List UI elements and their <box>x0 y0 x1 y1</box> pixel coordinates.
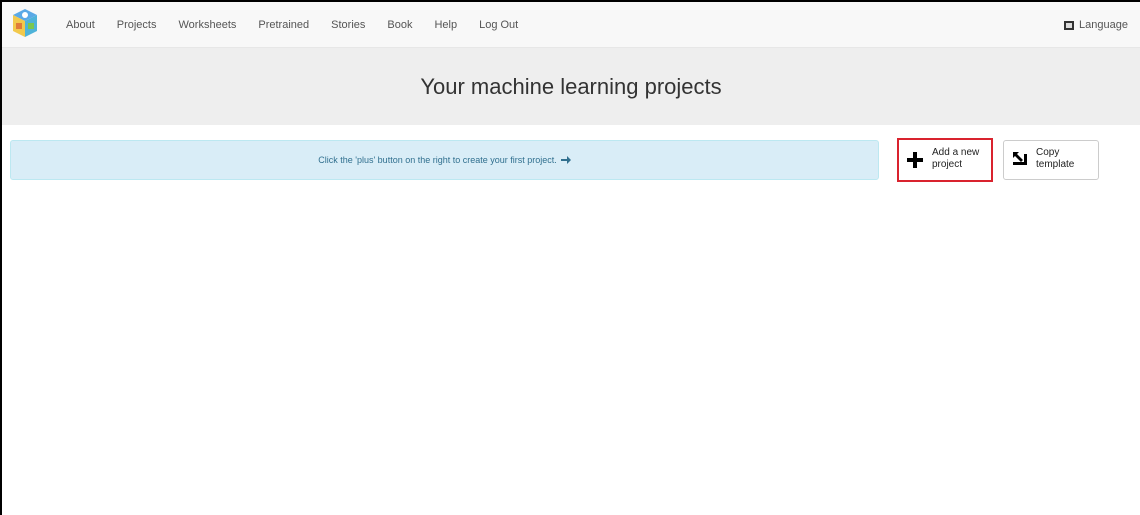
nav-item-pretrained[interactable]: Pretrained <box>258 19 309 31</box>
plus-icon <box>907 152 923 168</box>
page-header: Your machine learning projects <box>2 48 1140 125</box>
page-title: Your machine learning projects <box>420 73 722 99</box>
language-selector[interactable]: Language <box>1064 2 1128 48</box>
alert-text: Click the 'plus' button on the right to … <box>318 155 557 165</box>
copy-template-label: Copy template <box>1036 147 1075 170</box>
nav-menu: About Projects Worksheets Pretrained Sto… <box>66 2 540 48</box>
top-navbar: About Projects Worksheets Pretrained Sto… <box>2 2 1140 48</box>
nav-item-help[interactable]: Help <box>434 19 457 31</box>
nav-item-log-out[interactable]: Log Out <box>479 19 518 31</box>
copy-template-button[interactable]: Copy template <box>1003 140 1099 180</box>
language-label: Language <box>1079 19 1128 31</box>
flag-icon <box>1064 20 1075 30</box>
add-project-label: Add a new project <box>932 147 980 170</box>
nav-item-projects[interactable]: Projects <box>117 19 157 31</box>
app-frame: About Projects Worksheets Pretrained Sto… <box>0 0 1140 515</box>
add-new-project-button[interactable]: Add a new project <box>897 138 993 182</box>
arrow-right-icon <box>560 156 571 164</box>
copy-template-icon <box>1013 152 1027 165</box>
nav-item-stories[interactable]: Stories <box>331 19 365 31</box>
nav-item-about[interactable]: About <box>66 19 95 31</box>
site-logo-icon[interactable] <box>12 8 38 38</box>
nav-item-worksheets[interactable]: Worksheets <box>179 19 237 31</box>
first-project-alert: Click the 'plus' button on the right to … <box>10 140 879 180</box>
nav-item-book[interactable]: Book <box>387 19 412 31</box>
